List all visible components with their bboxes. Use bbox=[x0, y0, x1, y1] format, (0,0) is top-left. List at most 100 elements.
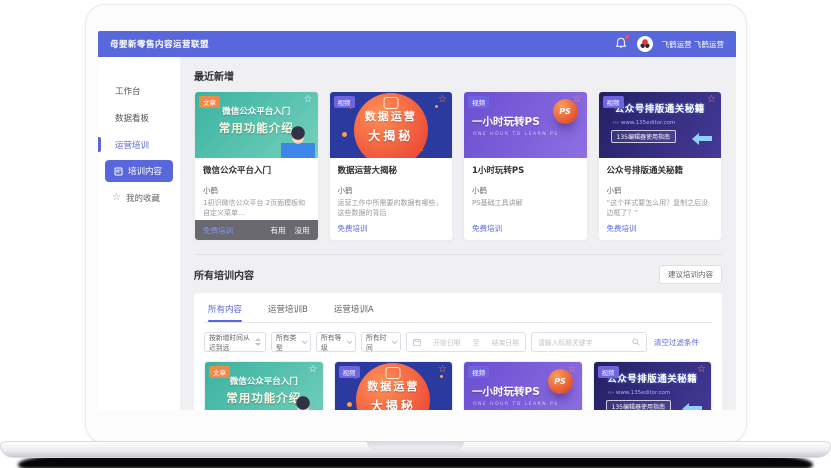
card-description: “这个样式要怎么用？复制之后没边框了？” bbox=[607, 199, 714, 219]
tab-training-b[interactable]: 运营培训B bbox=[268, 303, 308, 322]
favorite-star-icon[interactable]: ☆ bbox=[304, 94, 313, 105]
useful-button[interactable]: 有用 bbox=[271, 225, 286, 236]
main-content: 最近新增 文章 ☆ 微信公众平台入门 常用功能介绍 微信公众平台入门 小鹤 1初… bbox=[180, 57, 736, 410]
training-card[interactable]: 视频 ☆ 一小时玩转PS ONE HOUR TO LEARN PS PS 1小时… bbox=[463, 91, 588, 241]
notifications-bell-icon[interactable] bbox=[615, 37, 628, 51]
favorite-star-icon[interactable]: ☆ bbox=[309, 364, 318, 375]
card-author: 小鹤 bbox=[338, 185, 445, 196]
date-range-picker[interactable]: 开始日期 至 结束日期 bbox=[406, 332, 526, 352]
sort-order-select[interactable]: 按新增时间从近到远 bbox=[204, 332, 266, 352]
chevron-down-icon bbox=[302, 339, 308, 345]
app-header: 母婴新零售内容运营联盟 飞鹤运营 飞鹤运营 bbox=[98, 31, 736, 57]
user-avatar[interactable] bbox=[637, 36, 653, 52]
card-thumbnail: 视频 ☆ 一小时玩转PS ONE HOUR TO LEARN PS PS bbox=[464, 362, 582, 410]
thumbnail-url: ››› www.135editor.com bbox=[599, 120, 722, 126]
sidebar-item-label: 运营培训 bbox=[115, 139, 149, 151]
card-type-badge: 文章 bbox=[209, 366, 230, 378]
free-training-tag: 免费培训 bbox=[472, 223, 579, 234]
all-cards-row: 文章 ☆ 微信公众平台入门 常用功能介绍 微信公众平台入门 小鹤 1初识微信公众… bbox=[204, 361, 712, 410]
favorite-star-icon[interactable]: ☆ bbox=[568, 364, 577, 375]
date-range-separator: 至 bbox=[473, 337, 480, 347]
keyword-search-input[interactable]: 请输入标题关键字 bbox=[531, 332, 647, 352]
card-type-badge: 视频 bbox=[339, 366, 360, 378]
training-card[interactable]: 视频 ☆ 公众号排版通关秘籍 ››› www.135editor.com 135… bbox=[598, 91, 723, 241]
suggest-content-button[interactable]: 建议培训内容 bbox=[659, 265, 722, 284]
sidebar-item-training-content[interactable]: 培训内容 bbox=[105, 160, 173, 182]
card-description: 1初识微信公众平台 2页面模板和自定义菜单… bbox=[203, 199, 310, 219]
section-divider bbox=[194, 254, 722, 255]
end-date-placeholder[interactable]: 结束日期 bbox=[492, 337, 519, 347]
thumbnail-pill: 135编辑器使用指南 bbox=[611, 130, 676, 143]
laptop-hinge-notch bbox=[367, 441, 464, 450]
free-training-tag: 免费培训 bbox=[203, 225, 233, 236]
card-author: 小鹤 bbox=[203, 185, 310, 196]
laptop-mockup: 母婴新零售内容运营联盟 飞鹤运营 飞鹤运营 bbox=[0, 0, 831, 468]
arrow-left-icon bbox=[689, 406, 702, 410]
favorite-star-icon[interactable]: ☆ bbox=[438, 94, 447, 105]
thumbnail-title: 数据运营 bbox=[335, 378, 453, 394]
thumbnail-subtitle: 大揭秘 bbox=[330, 127, 453, 144]
mascot-illustration bbox=[286, 396, 320, 410]
thumbnail-subtitle: ONE HOUR TO LEARN PS bbox=[464, 402, 582, 407]
card-body: 1小时玩转PS 小鹤 PS基础工具讲解 免费培训 bbox=[464, 158, 587, 240]
chevron-down-icon bbox=[392, 339, 398, 345]
card-title[interactable]: 数据运营大揭秘 bbox=[338, 164, 445, 176]
sidebar-item-training[interactable]: 运营培训 bbox=[98, 131, 180, 158]
sidebar-item-workbench[interactable]: 工作台 bbox=[98, 77, 180, 104]
training-card[interactable]: 视频 ☆ 数据运营 大揭秘 数据运营大揭秘 小鹤 运营工作中所需要的数据有哪些，… bbox=[334, 361, 454, 410]
all-section-title: 所有培训内容 bbox=[194, 267, 254, 282]
thumbnail-title: 数据运营 bbox=[330, 108, 453, 124]
card-body: 公众号排版通关秘籍 小鹤 “这个样式要怎么用？复制之后没边框了？” 免费培训 bbox=[599, 158, 722, 240]
document-icon bbox=[114, 167, 123, 176]
tab-all-content[interactable]: 所有内容 bbox=[208, 303, 242, 322]
sidebar-item-favorites[interactable]: ☆ 我的收藏 bbox=[98, 186, 180, 210]
type-filter-value: 所有类型 bbox=[276, 332, 302, 352]
favorite-star-icon[interactable]: ☆ bbox=[697, 364, 706, 375]
card-type-badge: 视频 bbox=[603, 96, 624, 108]
level-filter-select[interactable]: 所有等级 bbox=[316, 332, 356, 352]
clear-filters-link[interactable]: 清空过滤条件 bbox=[654, 337, 699, 348]
card-title[interactable]: 公众号排版通关秘籍 bbox=[607, 164, 714, 176]
card-author: 小鹤 bbox=[472, 185, 579, 196]
sidebar-item-label: 数据看板 bbox=[115, 112, 149, 124]
sidebar-item-dashboard[interactable]: 数据看板 bbox=[98, 104, 180, 131]
card-author: 小鹤 bbox=[607, 185, 714, 196]
app-title: 母婴新零售内容运营联盟 bbox=[110, 38, 209, 50]
calendar-icon bbox=[413, 338, 421, 346]
sort-stepper-icon[interactable] bbox=[255, 338, 261, 346]
not-useful-button[interactable]: 没用 bbox=[295, 225, 310, 236]
card-thumbnail: 文章 ☆ 微信公众平台入门 常用功能介绍 bbox=[195, 92, 318, 158]
header-actions: 飞鹤运营 飞鹤运营 bbox=[615, 36, 724, 52]
training-card[interactable]: 视频 ☆ 公众号排版通关秘籍 ››› www.135editor.com 135… bbox=[593, 361, 713, 410]
training-card[interactable]: 文章 ☆ 微信公众平台入门 常用功能介绍 微信公众平台入门 小鹤 1初识微信公众… bbox=[194, 91, 319, 241]
card-thumbnail: 视频 ☆ 数据运营 大揭秘 bbox=[335, 362, 453, 410]
all-content-panel: 所有内容 运营培训B 运营培训A 按新增时间从近到远 bbox=[194, 293, 722, 410]
time-filter-select[interactable]: 所有时间 bbox=[361, 332, 401, 352]
star-icon: ☆ bbox=[112, 193, 121, 203]
card-type-badge: 视频 bbox=[334, 96, 355, 108]
card-description: 运营工作中所需要的数据有哪些，这些数据的背后 bbox=[338, 199, 445, 219]
start-date-placeholder[interactable]: 开始日期 bbox=[433, 337, 460, 347]
card-description: PS基础工具讲解 bbox=[472, 199, 579, 219]
tab-training-a[interactable]: 运营培训A bbox=[334, 303, 374, 322]
free-training-tag: 免费培训 bbox=[338, 223, 445, 234]
favorite-star-icon[interactable]: ☆ bbox=[438, 364, 447, 375]
mascot-illustration bbox=[281, 126, 315, 158]
favorite-star-icon[interactable]: ☆ bbox=[707, 94, 716, 105]
sort-order-value: 按新增时间从近到远 bbox=[209, 332, 255, 352]
training-card[interactable]: 视频 ☆ 数据运营 大揭秘 数据运营大揭秘 小鹤 运营工作中所需要的数据有哪些，… bbox=[329, 91, 454, 241]
filter-bar: 按新增时间从近到远 所有类型 所有等级 bbox=[204, 323, 712, 361]
type-filter-select[interactable]: 所有类型 bbox=[271, 332, 311, 352]
training-card[interactable]: 视频 ☆ 一小时玩转PS ONE HOUR TO LEARN PS PS 1小时… bbox=[463, 361, 583, 410]
card-type-badge: 视频 bbox=[598, 366, 619, 378]
favorite-star-icon[interactable]: ☆ bbox=[573, 94, 582, 105]
recent-section-title: 最近新增 bbox=[194, 68, 722, 83]
card-title[interactable]: 1小时玩转PS bbox=[472, 164, 579, 176]
user-name[interactable]: 飞鹤运营 飞鹤运营 bbox=[662, 39, 724, 50]
card-thumbnail: 视频 ☆ 数据运营 大揭秘 bbox=[330, 92, 453, 158]
card-title[interactable]: 微信公众平台入门 bbox=[203, 164, 310, 176]
card-thumbnail: 视频 ☆ 公众号排版通关秘籍 ››› www.135editor.com 135… bbox=[594, 362, 712, 410]
thumbnail-subtitle: ONE HOUR TO LEARN PS bbox=[464, 132, 587, 137]
training-card[interactable]: 文章 ☆ 微信公众平台入门 常用功能介绍 微信公众平台入门 小鹤 1初识微信公众… bbox=[204, 361, 324, 410]
laptop-screen: 母婴新零售内容运营联盟 飞鹤运营 飞鹤运营 bbox=[85, 4, 747, 444]
